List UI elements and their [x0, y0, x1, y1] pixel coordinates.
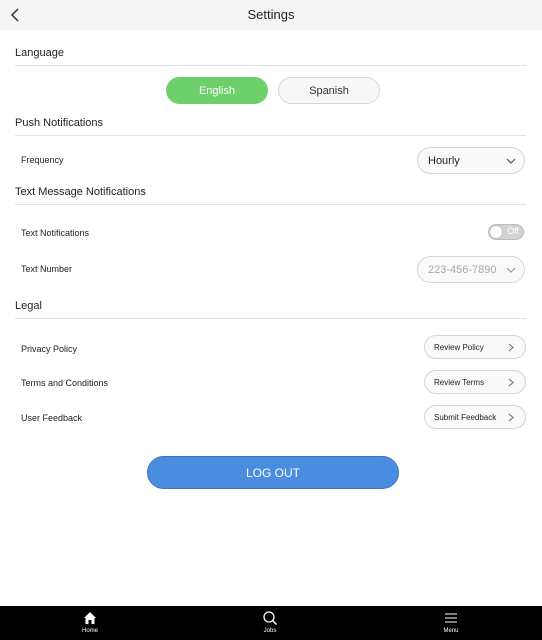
text-notifications-label: Text Notifications	[21, 228, 90, 238]
submit-feedback-label: Submit Feedback	[434, 412, 497, 422]
divider	[15, 135, 526, 136]
submit-feedback-button[interactable]: Submit Feedback	[424, 405, 526, 429]
frequency-select[interactable]: Hourly	[417, 147, 525, 174]
chevron-down-icon	[506, 267, 516, 273]
tab-home[interactable]: Home	[50, 606, 130, 640]
language-spanish-button[interactable]: Spanish	[278, 77, 380, 104]
review-terms-button[interactable]: Review Terms	[424, 370, 526, 394]
divider	[15, 204, 526, 205]
divider	[15, 65, 526, 66]
section-title-push-notifications: Push Notifications	[15, 117, 104, 129]
tab-jobs[interactable]: Jobs	[230, 606, 310, 640]
chevron-down-icon	[506, 158, 516, 164]
language-english-button[interactable]: English	[166, 77, 268, 104]
text-number-value: 223-456-7890	[428, 263, 497, 276]
review-policy-label: Review Policy	[434, 342, 484, 352]
frequency-label: Frequency	[21, 155, 64, 165]
frequency-value: Hourly	[428, 154, 460, 167]
search-icon	[263, 611, 278, 626]
section-title-language: Language	[15, 47, 64, 59]
header-bar: Settings	[0, 0, 542, 30]
review-terms-label: Review Terms	[434, 377, 485, 387]
text-number-select[interactable]: 223-456-7890	[417, 256, 525, 283]
tab-home-label: Home	[81, 628, 98, 634]
divider	[15, 318, 526, 319]
tab-menu[interactable]: Menu	[411, 606, 491, 640]
tab-jobs-label: Jobs	[263, 628, 277, 634]
text-notifications-toggle[interactable]: Off	[488, 224, 524, 240]
text-number-label: Text Number	[21, 264, 73, 274]
review-policy-button[interactable]: Review Policy	[424, 335, 526, 359]
home-icon	[84, 612, 96, 624]
chevron-right-icon	[508, 378, 514, 387]
section-title-legal: Legal	[15, 300, 42, 312]
terms-label: Terms and Conditions	[21, 378, 109, 388]
logout-button[interactable]: LOG OUT	[147, 456, 399, 489]
page-title: Settings	[247, 7, 295, 22]
tab-menu-label: Menu	[443, 628, 459, 634]
user-feedback-label: User Feedback	[21, 413, 83, 423]
toggle-knob	[490, 226, 502, 238]
chevron-right-icon	[508, 413, 514, 422]
menu-icon	[445, 613, 457, 623]
chevron-right-icon	[508, 343, 514, 352]
bottom-tab-bar: Home Jobs Menu	[0, 606, 542, 640]
toggle-state-label: Off	[507, 226, 519, 236]
privacy-policy-label: Privacy Policy	[21, 344, 78, 354]
section-title-text-notifications: Text Message Notifications	[15, 186, 146, 198]
